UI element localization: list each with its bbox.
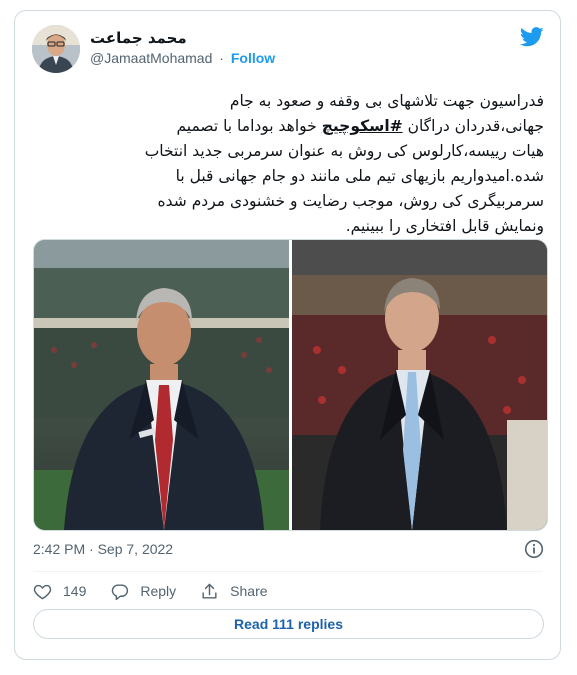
reply-icon bbox=[112, 583, 129, 600]
share-label: Share bbox=[230, 583, 268, 599]
tweet-text: فدراسیون جهت تلاشهای بی وقفه و صعود به ج… bbox=[33, 89, 544, 239]
share-icon bbox=[202, 583, 217, 599]
avatar[interactable] bbox=[32, 25, 80, 73]
tweet-line-3: هیات ریيسه،کارلوس کی روش به عنوان سرمربی… bbox=[144, 142, 544, 160]
info-icon[interactable] bbox=[524, 539, 544, 559]
tweet-line-2-end: خواهد بوداما با تصمیم bbox=[176, 117, 317, 135]
reply-label: Reply bbox=[140, 583, 177, 599]
like-count: 149 bbox=[63, 583, 87, 599]
author-name[interactable]: محمد جماعت bbox=[90, 29, 187, 47]
like-button[interactable]: 149 bbox=[33, 582, 86, 601]
tweet-line-1: فدراسیون جهت تلاشهای بی وقفه و صعود به ج… bbox=[229, 92, 544, 110]
tweet-card: محمد جماعت @JamaatMohamad · Follow فدراس… bbox=[14, 10, 561, 660]
carlos-queiroz-photo[interactable] bbox=[34, 240, 289, 530]
read-replies-button[interactable]: Read 111 replies bbox=[33, 609, 544, 639]
tweet-line-5: سرمربیگری کی روش، موجب رضایت و خشنودی مر… bbox=[157, 192, 544, 210]
follow-button[interactable]: Follow bbox=[231, 50, 275, 66]
divider bbox=[33, 571, 542, 572]
tweet-timestamp[interactable]: 2:42 PM · Sep 7, 2022 bbox=[33, 541, 173, 557]
handle-row: @JamaatMohamad · Follow bbox=[90, 50, 275, 66]
dragan-skocic-photo[interactable] bbox=[292, 240, 547, 530]
tweet-line-2-start: جهانی،قدردان دراگان bbox=[407, 117, 544, 135]
reply-button[interactable]: Reply bbox=[110, 582, 176, 601]
share-button[interactable]: Share bbox=[200, 582, 268, 601]
tweet-media[interactable] bbox=[33, 239, 548, 531]
tweet-line-6: ونمایش قابل افتخاری را ببینیم. bbox=[345, 217, 544, 235]
tweet-actions: 149 Reply Share bbox=[33, 579, 292, 603]
heart-icon bbox=[33, 584, 52, 599]
tweet-line-2: جهانی،قدردان دراگان #اسکوچیچ خواهد بودام… bbox=[33, 114, 544, 139]
author-handle[interactable]: @JamaatMohamad bbox=[90, 50, 212, 66]
tweet-line-4: شده.امیدواریم بازیهای تیم ملی مانند دو ج… bbox=[175, 167, 544, 185]
hashtag-link[interactable]: #اسکوچیچ bbox=[322, 117, 403, 135]
separator-dot: · bbox=[219, 50, 224, 66]
twitter-bird-icon[interactable] bbox=[520, 27, 544, 47]
